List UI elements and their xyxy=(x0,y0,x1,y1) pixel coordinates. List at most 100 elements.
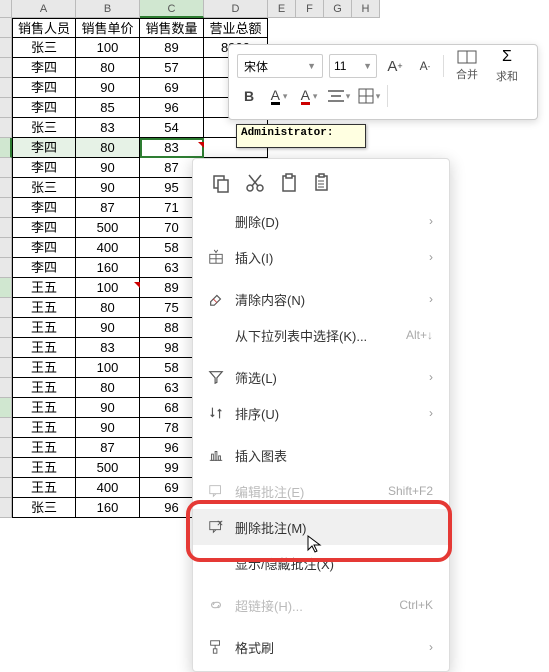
merge-button[interactable]: 合并 xyxy=(450,50,484,82)
row-header[interactable] xyxy=(0,478,12,498)
row-header[interactable] xyxy=(0,198,12,218)
select-all-corner[interactable] xyxy=(0,0,12,18)
table-cell[interactable]: 90 xyxy=(76,78,140,98)
table-cell[interactable]: 83 xyxy=(76,118,140,138)
font-size-select[interactable]: 11 ▼ xyxy=(329,54,377,78)
table-cell[interactable]: 王五 xyxy=(12,338,76,358)
table-cell[interactable]: 160 xyxy=(76,498,140,518)
row-header[interactable] xyxy=(0,118,12,138)
table-cell[interactable]: 90 xyxy=(76,318,140,338)
row-header[interactable] xyxy=(0,58,12,78)
table-cell[interactable]: 96 xyxy=(140,98,204,118)
row-header[interactable] xyxy=(0,238,12,258)
border-button[interactable]: ▾ xyxy=(357,84,381,108)
row-header[interactable] xyxy=(0,358,12,378)
table-cell[interactable]: 张三 xyxy=(12,178,76,198)
table-cell[interactable]: 张三 xyxy=(12,498,76,518)
increase-font-button[interactable]: A+ xyxy=(383,54,407,78)
font-color-button[interactable]: A▾ xyxy=(267,84,291,108)
row-header[interactable] xyxy=(0,498,12,518)
table-cell[interactable]: 张三 xyxy=(12,38,76,58)
table-cell[interactable]: 83 xyxy=(140,138,204,158)
menu-filter[interactable]: 筛选(L) › xyxy=(193,359,449,395)
menu-toggle-comment[interactable]: 显示/隐藏批注(X) xyxy=(193,545,449,581)
table-cell[interactable]: 李四 xyxy=(12,98,76,118)
col-header-A[interactable]: A xyxy=(12,0,76,18)
table-cell[interactable]: 王五 xyxy=(12,318,76,338)
table-cell[interactable]: 王五 xyxy=(12,378,76,398)
col-header-B[interactable]: B xyxy=(76,0,140,18)
table-cell[interactable]: 80 xyxy=(76,298,140,318)
row-header[interactable] xyxy=(0,458,12,478)
copy-icon[interactable] xyxy=(211,173,231,193)
table-cell[interactable]: 李四 xyxy=(12,258,76,278)
table-cell[interactable]: 90 xyxy=(76,398,140,418)
decrease-font-button[interactable]: A- xyxy=(413,54,437,78)
table-cell[interactable]: 100 xyxy=(76,38,140,58)
table-cell[interactable]: 王五 xyxy=(12,278,76,298)
row-header[interactable] xyxy=(0,438,12,458)
table-cell[interactable]: 王五 xyxy=(12,358,76,378)
table-cell[interactable]: 王五 xyxy=(12,458,76,478)
row-header[interactable] xyxy=(0,318,12,338)
row-header[interactable] xyxy=(0,298,12,318)
header-cell[interactable]: 销售单价 xyxy=(76,18,140,38)
cut-icon[interactable] xyxy=(245,173,265,193)
row-header[interactable] xyxy=(0,378,12,398)
row-header[interactable] xyxy=(0,398,12,418)
table-cell[interactable]: 83 xyxy=(76,338,140,358)
row-header[interactable] xyxy=(0,138,12,158)
table-cell[interactable]: 87 xyxy=(76,198,140,218)
table-cell[interactable]: 李四 xyxy=(12,238,76,258)
menu-delete-comment[interactable]: 删除批注(M) xyxy=(193,509,449,545)
table-cell[interactable]: 160 xyxy=(76,258,140,278)
table-cell[interactable]: 王五 xyxy=(12,478,76,498)
row-header[interactable] xyxy=(0,38,12,58)
row-header[interactable] xyxy=(0,178,12,198)
table-cell[interactable]: 100 xyxy=(76,358,140,378)
row-header[interactable] xyxy=(0,278,12,298)
table-cell[interactable]: 69 xyxy=(140,78,204,98)
header-cell[interactable]: 销售数量 xyxy=(140,18,204,38)
paste-icon[interactable] xyxy=(279,173,299,193)
col-header-E[interactable]: E xyxy=(268,0,296,18)
menu-dropdown-list[interactable]: 从下拉列表中选择(K)... Alt+↓ xyxy=(193,317,449,353)
table-cell[interactable]: 80 xyxy=(76,378,140,398)
table-cell[interactable]: 李四 xyxy=(12,78,76,98)
table-cell[interactable]: 500 xyxy=(76,458,140,478)
table-cell[interactable]: 100 xyxy=(76,278,140,298)
table-cell[interactable]: 王五 xyxy=(12,298,76,318)
table-cell[interactable]: 李四 xyxy=(12,218,76,238)
col-header-C[interactable]: C xyxy=(140,0,204,18)
table-cell[interactable]: 王五 xyxy=(12,398,76,418)
table-cell[interactable]: 90 xyxy=(76,418,140,438)
table-cell[interactable]: 王五 xyxy=(12,418,76,438)
menu-format-painter[interactable]: 格式刷 › xyxy=(193,629,449,665)
row-header[interactable] xyxy=(0,338,12,358)
table-cell[interactable]: 400 xyxy=(76,238,140,258)
header-cell[interactable]: 营业总额 xyxy=(204,18,268,38)
table-cell[interactable]: 54 xyxy=(140,118,204,138)
table-cell[interactable]: 85 xyxy=(76,98,140,118)
row-header[interactable] xyxy=(0,158,12,178)
table-cell[interactable]: 李四 xyxy=(12,138,76,158)
menu-delete[interactable]: 删除(D) › xyxy=(193,203,449,239)
sum-button[interactable]: Σ 求和 xyxy=(490,48,524,84)
row-header[interactable] xyxy=(0,98,12,118)
table-cell[interactable]: 李四 xyxy=(12,158,76,178)
table-cell[interactable]: 400 xyxy=(76,478,140,498)
col-header-F[interactable]: F xyxy=(296,0,324,18)
menu-insert-chart[interactable]: 插入图表 xyxy=(193,437,449,473)
table-cell[interactable]: 80 xyxy=(76,58,140,78)
table-cell[interactable]: 89 xyxy=(140,38,204,58)
align-button[interactable]: ▾ xyxy=(327,84,351,108)
menu-hyperlink[interactable]: 超链接(H)... Ctrl+K xyxy=(193,587,449,623)
col-header-G[interactable]: G xyxy=(324,0,352,18)
highlight-color-button[interactable]: A▾ xyxy=(297,84,321,108)
table-cell[interactable]: 87 xyxy=(76,438,140,458)
bold-button[interactable]: B xyxy=(237,84,261,108)
row-header[interactable] xyxy=(0,258,12,278)
font-name-select[interactable]: 宋体 ▼ xyxy=(237,54,323,78)
col-header-H[interactable]: H xyxy=(352,0,380,18)
table-cell[interactable]: 张三 xyxy=(12,118,76,138)
